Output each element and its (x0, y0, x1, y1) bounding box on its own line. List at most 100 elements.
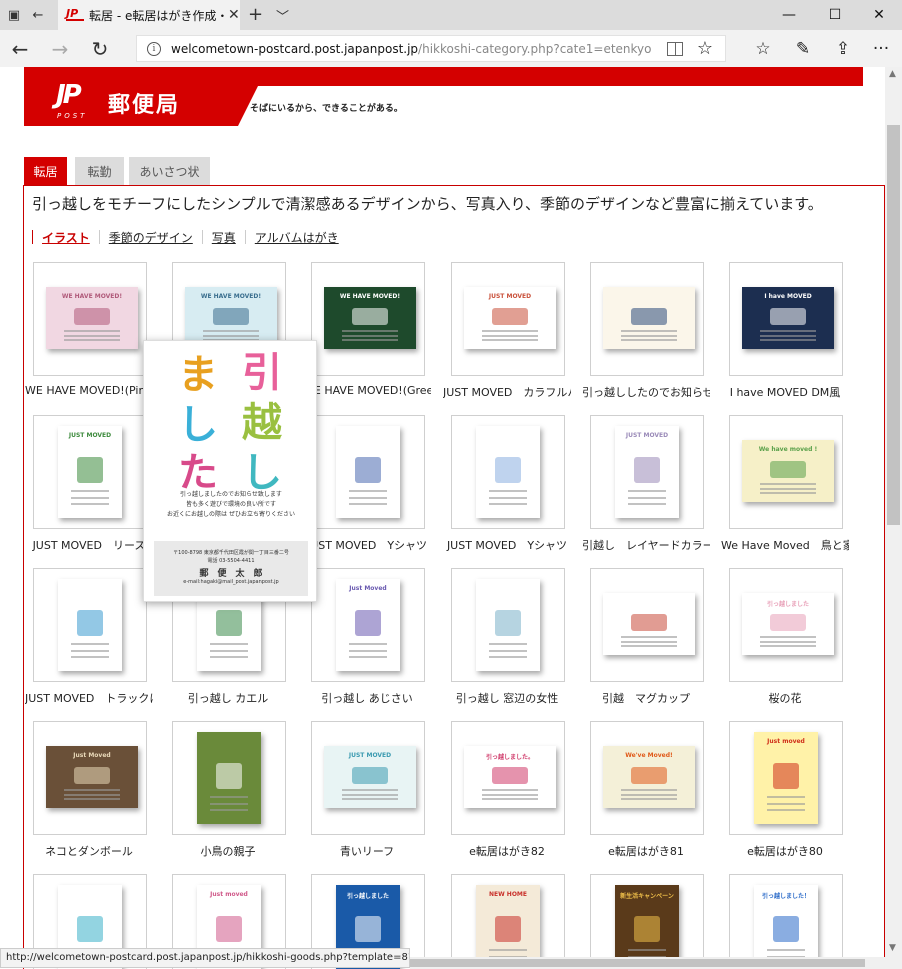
favorites-hub-icon[interactable]: ☆ (748, 36, 778, 62)
template-label[interactable]: WE HAVE MOVED!(Pink) (25, 384, 153, 397)
template-card[interactable]: 引っ越しました。 e転居はがき82 (451, 721, 585, 858)
template-card[interactable]: 引っ越ししたのでお知らせ (582, 262, 724, 399)
template-card[interactable]: JUST MOVED JUST MOVED カラフルハウス (443, 262, 585, 399)
template-thumbnail[interactable] (33, 568, 147, 682)
template-thumbnail[interactable]: WE HAVE MOVED! (33, 262, 147, 376)
template-thumbnail[interactable]: We have moved ! (729, 415, 843, 529)
template-label[interactable]: e転居はがき82 (443, 843, 571, 859)
template-card[interactable]: JUST MOVED Yシャツ (307, 415, 445, 552)
tab-aisatsu[interactable]: あいさつ状 (129, 157, 210, 185)
template-thumbnail[interactable]: Just Moved (311, 568, 425, 682)
template-label[interactable]: JUST MOVED トラックに乗って (25, 690, 153, 706)
template-card[interactable]: NEW HOME (451, 874, 585, 969)
template-label[interactable]: 引っ越し 窓辺の女性 (443, 690, 571, 706)
tab-actions-icon[interactable]: ▣ (4, 0, 24, 30)
template-label[interactable]: 桜の花 (721, 690, 849, 706)
tab-tenkin[interactable]: 転勤 (75, 157, 124, 185)
reading-view-icon[interactable] (667, 42, 683, 56)
template-card[interactable]: 引っ越し 窓辺の女性 (451, 568, 585, 705)
forward-arrow-icon[interactable]: → (46, 36, 74, 62)
tab-tenkyo[interactable]: 転居 (24, 157, 67, 185)
template-card[interactable]: Just moved e転居はがき80 (729, 721, 863, 858)
filter-album[interactable]: アルバムはがき (255, 229, 339, 246)
template-label[interactable]: JUST MOVED リース (25, 537, 153, 553)
template-thumbnail[interactable] (172, 721, 286, 835)
minimize-button[interactable]: — (766, 0, 812, 30)
close-tab-icon[interactable]: ✕ (228, 7, 240, 23)
template-card[interactable]: WE HAVE MOVED! WE HAVE MOVED!(Green) (303, 262, 445, 397)
template-thumbnail[interactable]: I have MOVED (729, 262, 843, 376)
star-icon[interactable]: ☆ (697, 38, 713, 59)
refresh-icon[interactable]: ↻ (86, 36, 114, 62)
pen-icon[interactable]: ✎ (788, 36, 818, 62)
template-thumbnail[interactable]: WE HAVE MOVED! (311, 262, 425, 376)
scroll-down-icon[interactable]: ▼ (889, 943, 896, 953)
template-label[interactable]: 引っ越し カエル (164, 690, 292, 706)
template-thumbnail[interactable]: 新生活キャンペーン (590, 874, 704, 969)
template-thumbnail[interactable]: NEW HOME (451, 874, 565, 969)
address-bar[interactable]: i welcometown-postcard.post.japanpost.jp… (136, 35, 726, 62)
maximize-button[interactable]: ☐ (812, 0, 858, 30)
template-card[interactable]: We've Moved! e転居はがき81 (590, 721, 724, 858)
more-icon[interactable]: ··· (866, 36, 896, 62)
close-window-button[interactable]: ✕ (856, 0, 902, 30)
template-card[interactable]: We have moved ! We Have Moved 鳥と家 (721, 415, 863, 552)
tab-aside-icon[interactable]: ← (28, 0, 48, 30)
template-card[interactable]: I have MOVED I have MOVED DM風 (729, 262, 863, 399)
template-thumbnail[interactable] (311, 415, 425, 529)
template-label[interactable]: I have MOVED DM風 (721, 384, 849, 400)
horizontal-scrollbar[interactable] (410, 957, 885, 969)
filter-illust[interactable]: イラスト (42, 229, 90, 246)
template-label[interactable]: WE HAVE MOVED!(Green) (303, 384, 431, 397)
template-label[interactable]: 引越し レイヤードカラー (582, 537, 710, 553)
filter-season[interactable]: 季節のデザイン (109, 229, 193, 246)
template-thumbnail[interactable] (451, 415, 565, 529)
template-card[interactable]: JUST MOVED 引越し レイヤードカラー (582, 415, 724, 552)
template-label[interactable]: e転居はがき81 (582, 843, 710, 859)
template-thumbnail[interactable]: JUST MOVED (590, 415, 704, 529)
new-tab-icon[interactable]: + (248, 4, 263, 25)
scroll-up-icon[interactable]: ▲ (889, 69, 896, 79)
template-label[interactable]: JUST MOVED カラフルハウス (443, 384, 571, 400)
template-thumbnail[interactable] (451, 568, 565, 682)
template-card[interactable]: 新生活キャンペーン (590, 874, 724, 969)
template-thumbnail[interactable]: JUST MOVED (33, 415, 147, 529)
template-card[interactable]: 引っ越しました！ (729, 874, 863, 969)
template-thumbnail[interactable]: JUST MOVED (311, 721, 425, 835)
back-arrow-icon[interactable]: ← (6, 36, 34, 62)
template-card[interactable]: Just Moved 引っ越し あじさい (311, 568, 445, 705)
template-label[interactable]: 引っ越し あじさい (303, 690, 431, 706)
scroll-thumb[interactable] (887, 125, 900, 525)
template-thumbnail[interactable]: JUST MOVED (451, 262, 565, 376)
japanpost-logo[interactable]: JP POST 郵便局 (24, 67, 258, 126)
template-thumbnail[interactable] (590, 568, 704, 682)
browser-tab[interactable]: JP 転居 - e転居はがき作成・ ✕ (58, 0, 240, 30)
template-thumbnail[interactable]: 引っ越しました (729, 568, 843, 682)
template-card[interactable]: Just Moved ネコとダンボール (33, 721, 167, 858)
template-label[interactable]: JUST MOVED Yシャツ (303, 537, 431, 553)
template-label[interactable]: JUST MOVED Yシャツ (443, 537, 571, 553)
template-label[interactable]: 引越 マグカップ (582, 690, 710, 706)
template-label[interactable]: 小鳥の親子 (164, 843, 292, 859)
chevron-down-icon[interactable]: ﹀ (276, 6, 289, 25)
template-thumbnail[interactable]: We've Moved! (590, 721, 704, 835)
template-thumbnail[interactable]: 引っ越しました！ (729, 874, 843, 969)
template-label[interactable]: 青いリーフ (303, 843, 431, 859)
template-card[interactable]: JUST MOVED Yシャツ (447, 415, 585, 552)
template-label[interactable]: 引っ越ししたのでお知らせ (582, 384, 710, 400)
share-icon[interactable]: ⇪ (828, 36, 858, 62)
info-icon[interactable]: i (147, 41, 161, 56)
template-label[interactable]: ネコとダンボール (25, 843, 153, 859)
template-label[interactable]: e転居はがき80 (721, 843, 849, 859)
vertical-scrollbar[interactable]: ▲ ▼ (885, 67, 902, 969)
template-card[interactable]: 小鳥の親子 (172, 721, 306, 858)
template-thumbnail[interactable]: Just Moved (33, 721, 147, 835)
template-thumbnail[interactable] (590, 262, 704, 376)
template-card[interactable]: 引越 マグカップ (590, 568, 724, 705)
template-label[interactable]: We Have Moved 鳥と家 (721, 537, 849, 553)
template-thumbnail[interactable]: Just moved (729, 721, 843, 835)
template-thumbnail[interactable]: 引っ越しました。 (451, 721, 565, 835)
template-card[interactable]: 引っ越しました 桜の花 (729, 568, 863, 705)
filter-photo[interactable]: 写真 (212, 229, 236, 246)
template-card[interactable]: JUST MOVED 青いリーフ (311, 721, 445, 858)
